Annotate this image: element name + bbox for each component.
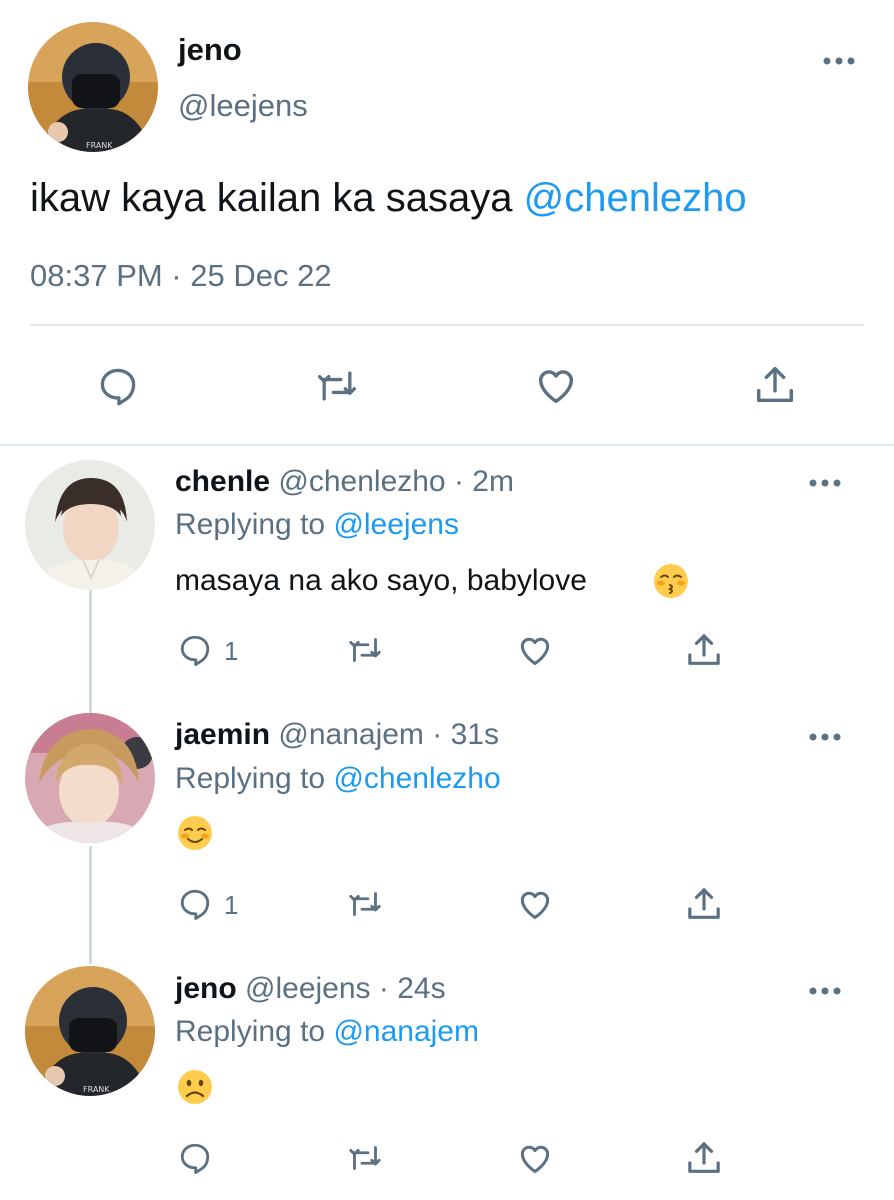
reply-display-name[interactable]: chenle (175, 465, 270, 498)
more-options-icon[interactable] (822, 56, 856, 66)
reply-display-name[interactable]: jeno (175, 972, 237, 1005)
smiling-face-emoji (178, 816, 212, 850)
more-options-icon[interactable] (808, 732, 842, 742)
avatar-jaemin[interactable] (25, 713, 155, 843)
main-handle[interactable]: @leejens (178, 88, 308, 124)
reply-text: masaya na ako sayo, babylove (175, 564, 587, 597)
like-icon[interactable] (532, 362, 580, 408)
svg-text:FRANK: FRANK (83, 1085, 110, 1094)
retweet-icon[interactable] (312, 364, 362, 408)
retweet-icon[interactable] (344, 632, 386, 668)
share-icon[interactable] (684, 1138, 724, 1178)
replying-to-link[interactable]: @chenlezho (333, 762, 500, 795)
reply-header: chenle @chenlezho · 2m (175, 465, 514, 499)
replying-to-link[interactable]: @leejens (333, 508, 459, 541)
reply-handle-time[interactable]: @chenlezho · 2m (278, 465, 514, 498)
retweet-icon[interactable] (344, 1140, 386, 1176)
like-icon[interactable] (515, 1139, 555, 1177)
mention-link[interactable]: @chenlezho (524, 176, 747, 220)
more-options-icon[interactable] (808, 478, 842, 488)
main-timestamp[interactable]: 08:37 PM · 25 Dec 22 (30, 258, 332, 294)
replying-to: Replying to @chenlezho (175, 762, 501, 796)
thread-line (89, 588, 92, 714)
section-divider (0, 444, 894, 446)
reply-icon[interactable] (176, 886, 214, 922)
thread-line (89, 846, 92, 964)
like-icon[interactable] (515, 631, 555, 669)
kissing-face-emoji (654, 564, 688, 598)
divider (30, 324, 864, 326)
reply-count: 1 (224, 636, 239, 666)
avatar-jeno[interactable]: FRANK (28, 22, 158, 152)
replying-to-prefix: Replying to (175, 508, 326, 541)
reply-handle-time[interactable]: @nanajem · 31s (278, 718, 499, 751)
replying-to-prefix: Replying to (175, 762, 326, 795)
reply-header: jeno @leejens · 24s (175, 972, 446, 1006)
reply-icon[interactable] (176, 632, 214, 668)
reply-display-name[interactable]: jaemin (175, 718, 270, 751)
avatar-chenle[interactable] (25, 460, 155, 590)
avatar-jeno[interactable]: FRANK (25, 966, 155, 1096)
reply-count: 1 (224, 890, 239, 920)
replying-to: Replying to @leejens (175, 508, 459, 542)
like-icon[interactable] (515, 885, 555, 923)
reply-handle-time[interactable]: @leejens · 24s (245, 972, 446, 1005)
replying-to-prefix: Replying to (175, 1015, 326, 1048)
main-tweet-text: ikaw kaya kailan ka sasaya @chenlezho (30, 176, 747, 221)
reply-icon[interactable] (176, 1140, 214, 1176)
more-options-icon[interactable] (808, 986, 842, 996)
main-display-name[interactable]: jeno (178, 32, 242, 68)
share-icon[interactable] (684, 630, 724, 670)
share-icon[interactable] (752, 362, 798, 408)
replying-to-link[interactable]: @nanajem (333, 1015, 479, 1048)
replying-to: Replying to @nanajem (175, 1015, 479, 1049)
svg-text:FRANK: FRANK (86, 141, 113, 150)
main-tweet-body: ikaw kaya kailan ka sasaya (30, 176, 513, 220)
share-icon[interactable] (684, 884, 724, 924)
reply-icon[interactable] (95, 364, 141, 408)
frowning-face-emoji (178, 1070, 212, 1104)
reply-header: jaemin @nanajem · 31s (175, 718, 499, 752)
retweet-icon[interactable] (344, 886, 386, 922)
